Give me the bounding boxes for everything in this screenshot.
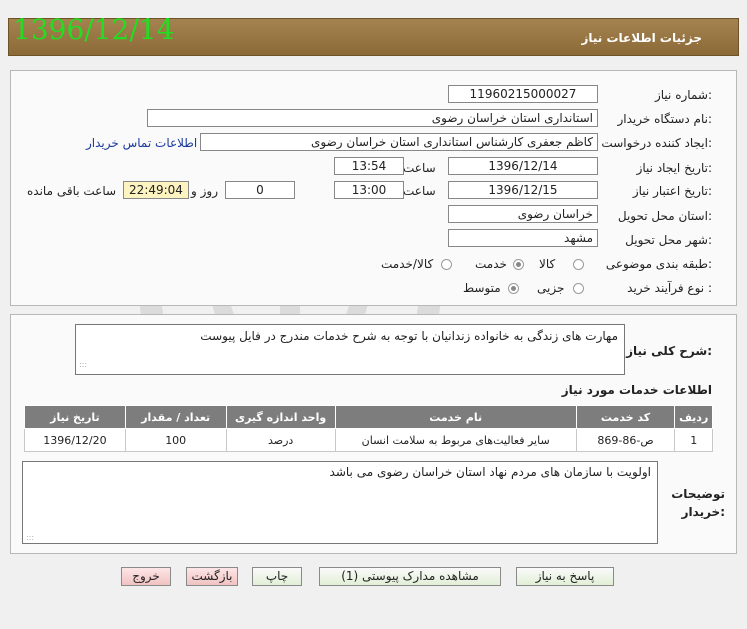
resize-grip-icon: ::: (79, 360, 88, 369)
category-option-goods: کالا (539, 257, 556, 271)
need-number-label: شماره نیاز: (654, 88, 712, 102)
resize-grip-icon: ::: (26, 533, 35, 542)
process-option-medium: متوسط (463, 281, 501, 295)
remaining-days-field: 0 (225, 181, 295, 199)
days-label: روز و (191, 184, 218, 198)
category-radio-goods[interactable] (573, 259, 584, 270)
cell-unit: درصد (225, 428, 336, 452)
process-radio-minor[interactable] (573, 283, 584, 294)
page-header: 1396/12/14 جزئیات اطلاعات نیاز (8, 13, 739, 56)
description-text: مهارت های زندگی به خانواده زندانیان با ت… (200, 329, 618, 343)
page-title: جزئیات اطلاعات نیاز (581, 31, 702, 45)
print-button[interactable]: چاپ (252, 567, 302, 586)
col-service-code: کد خدمت (575, 405, 676, 429)
created-date-field: 1396/12/14 (448, 157, 598, 175)
remaining-time-field: 22:49:04 (123, 181, 189, 199)
created-date-label: تاریخ ایجاد نیاز: (636, 161, 712, 175)
table-row: 1 ص-86-869 سایر فعالیت‌های مربوط به سلام… (24, 428, 713, 452)
col-need-date: تاریخ نیاز (24, 405, 126, 429)
description-textarea[interactable]: مهارت های زندگی به خانواده زندانیان با ت… (75, 324, 625, 375)
valid-date-label: تاریخ اعتبار نیاز: (632, 184, 712, 198)
category-radio-service[interactable] (513, 259, 524, 270)
requester-label: ایجاد کننده درخواست: (601, 136, 712, 150)
province-field: خراسان رضوی (448, 205, 598, 223)
cell-need-date: 1396/12/20 (24, 428, 126, 452)
reply-button[interactable]: پاسخ به نیاز (516, 567, 614, 586)
services-table-header: ردیف کد خدمت نام خدمت واحد اندازه گیری ت… (24, 405, 713, 429)
need-info-panel: شماره نیاز: 11960215000027 نام دستگاه خر… (10, 70, 737, 306)
back-button[interactable]: بازگشت (186, 567, 238, 586)
category-option-both: کالا/خدمت (381, 257, 434, 271)
province-label: استان محل تحویل: (617, 209, 712, 223)
process-option-minor: جزیی (537, 281, 565, 295)
created-time-field: 13:54 (334, 157, 404, 175)
cell-service-code: ص-86-869 (575, 428, 676, 452)
cell-quantity: 100 (124, 428, 227, 452)
created-time-label: ساعت (403, 161, 436, 175)
services-table: ردیف کد خدمت نام خدمت واحد اندازه گیری ت… (24, 405, 713, 452)
buyer-org-field: استانداری استان خراسان رضوی (147, 109, 598, 127)
category-label: طبقه بندی موضوعی: (605, 257, 712, 271)
buyer-notes-textarea[interactable]: اولویت با سازمان های مردم نهاد استان خرا… (22, 461, 658, 544)
col-quantity: تعداد / مقدار (124, 405, 227, 429)
valid-time-label: ساعت (403, 184, 436, 198)
cell-service-name: سایر فعالیت‌های مربوط به سلامت انسان (334, 428, 577, 452)
col-service-name: نام خدمت (334, 405, 577, 429)
requester-field: کاظم جعفری کارشناس استانداری استان خراسا… (200, 133, 598, 151)
process-label: نوع فرآیند خرید : (627, 281, 712, 295)
view-attachments-button[interactable]: مشاهده مدارک پیوستی (1) (319, 567, 501, 586)
city-label: شهر محل تحویل: (625, 233, 712, 247)
buyer-org-label: نام دستگاه خریدار: (617, 112, 713, 126)
col-row: ردیف (674, 405, 713, 429)
description-label: شرح کلی نیاز: (626, 344, 712, 358)
valid-date-field: 1396/12/15 (448, 181, 598, 199)
header-date: 1396/12/14 (13, 13, 175, 46)
process-radio-medium[interactable] (508, 283, 519, 294)
need-number-field: 11960215000027 (448, 85, 598, 103)
services-section-title: اطلاعات خدمات مورد نیاز (561, 383, 712, 397)
cell-row: 1 (674, 428, 713, 452)
valid-time-field: 13:00 (334, 181, 404, 199)
remaining-label: ساعت باقی مانده (27, 184, 117, 198)
buyer-notes-label-1: توضیحات (671, 487, 725, 501)
buyer-notes-label-2: خریدار: (681, 505, 725, 519)
buyer-contact-link[interactable]: اطلاعات تماس خریدار (86, 136, 197, 150)
col-unit: واحد اندازه گیری (225, 405, 336, 429)
exit-button[interactable]: خروج (121, 567, 171, 586)
category-radio-both[interactable] (441, 259, 452, 270)
buyer-notes-text: اولویت با سازمان های مردم نهاد استان خرا… (329, 465, 651, 479)
city-field: مشهد (448, 229, 598, 247)
category-option-service: خدمت (475, 257, 507, 271)
